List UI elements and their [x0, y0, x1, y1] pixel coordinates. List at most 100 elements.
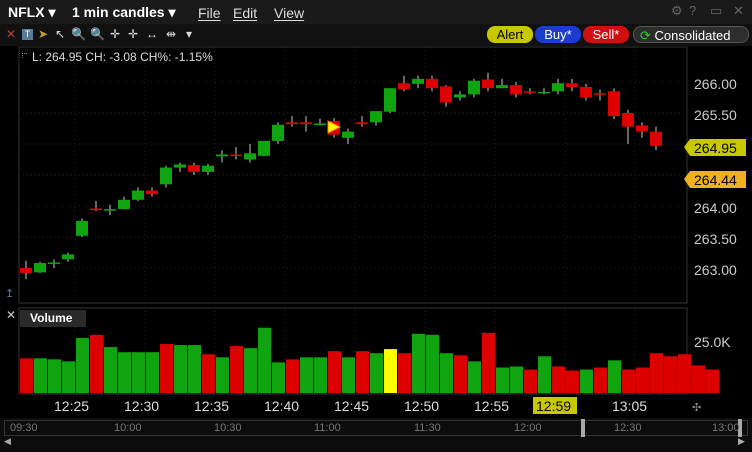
- volume-bar: [90, 334, 103, 393]
- x-tick-highlight: 12:59: [536, 398, 572, 414]
- candle-body: [356, 122, 368, 125]
- candle-body: [384, 88, 396, 112]
- volume-bar: [356, 351, 369, 393]
- y-tick-263-5: 263.50: [694, 231, 737, 247]
- candle-body: [608, 91, 620, 117]
- volume-bar: [174, 345, 187, 393]
- volume-bar: [230, 346, 243, 393]
- candle-body: [426, 78, 438, 89]
- history-tick: 12:00: [514, 422, 542, 434]
- candle-body: [188, 165, 200, 172]
- candle-body: [566, 83, 578, 87]
- volume-bar: [34, 358, 47, 393]
- x-tick: 12:40: [264, 398, 300, 414]
- last-price-tag: 264.95: [694, 140, 737, 156]
- volume-bar: [524, 369, 537, 393]
- x-tick: 12:50: [404, 398, 440, 414]
- volume-bar: [104, 347, 117, 393]
- history-tick: 11:00: [314, 422, 341, 434]
- volume-bar: [468, 361, 481, 393]
- y-tick-263: 263.00: [694, 262, 737, 278]
- volume-bar: [202, 354, 215, 393]
- candle-body: [258, 140, 270, 156]
- volume-bar: [538, 356, 551, 393]
- volume-bar: [580, 369, 593, 393]
- volume-bar: [328, 351, 341, 393]
- volume-bar: [244, 348, 257, 393]
- candle-body: [160, 167, 172, 185]
- candle-body: [496, 85, 508, 89]
- candle-body: [594, 93, 606, 95]
- candle-body: [398, 83, 410, 90]
- candle-body: [34, 263, 46, 273]
- volume-bar: [426, 334, 439, 393]
- history-tick: 12:30: [614, 422, 642, 434]
- volume-bar: [664, 356, 677, 393]
- volume-bar: [552, 366, 565, 393]
- scroll-right-icon[interactable]: ▶: [738, 436, 745, 447]
- volume-bar: [692, 365, 705, 393]
- volume-bar: [636, 367, 649, 393]
- volume-bar: [216, 357, 229, 393]
- candle-body: [76, 220, 88, 236]
- candle-body: [90, 208, 102, 210]
- candle-body: [20, 268, 32, 273]
- volume-bar: [440, 353, 453, 393]
- volume-bars: [20, 327, 719, 393]
- history-tick: 10:30: [214, 422, 242, 434]
- volume-bar: [342, 357, 355, 393]
- x-tick: 12:45: [334, 398, 370, 414]
- candle-body: [650, 131, 662, 146]
- candle-body: [552, 83, 564, 92]
- candle-body: [104, 209, 116, 211]
- history-tick: 09:30: [10, 422, 38, 434]
- price-gridlines: [19, 81, 687, 269]
- history-slider-left[interactable]: [581, 419, 585, 437]
- volume-bar: [496, 367, 509, 393]
- volume-bar: [160, 344, 173, 393]
- candle-body: [482, 79, 494, 89]
- volume-bar: [412, 333, 425, 393]
- history-tick: 13:00: [712, 422, 740, 434]
- candle-body: [412, 78, 424, 84]
- volume-bar: [62, 361, 75, 393]
- candle-body: [286, 122, 298, 125]
- y-tick-265-5: 265.50: [694, 107, 737, 123]
- volume-bar: [286, 359, 299, 393]
- close-volume-icon[interactable]: ✕: [6, 308, 16, 322]
- candle-body: [230, 154, 242, 157]
- volume-bar: [566, 370, 579, 393]
- candle-body: [538, 91, 550, 94]
- candle-body: [524, 91, 536, 93]
- volume-bar: [454, 355, 467, 393]
- volume-bar: [272, 362, 285, 393]
- volume-bar: [398, 353, 411, 393]
- volume-bar: [300, 357, 313, 393]
- y-tick-264: 264.00: [694, 200, 737, 216]
- price-chart[interactable]: ↥ ✣: [0, 0, 752, 452]
- volume-label: Volume: [20, 310, 86, 327]
- left-marker-icon: ↥: [5, 288, 14, 300]
- candle-body: [636, 125, 648, 132]
- x-tick: 12:55: [474, 398, 510, 414]
- x-tick: 12:25: [54, 398, 90, 414]
- volume-bar: [510, 366, 523, 393]
- candle-body: [216, 154, 228, 157]
- volume-bar: [622, 369, 635, 393]
- volume-bar: [314, 357, 327, 393]
- volume-bar: [146, 352, 159, 393]
- x-tick: 12:30: [124, 398, 160, 414]
- candle-body: [174, 164, 186, 168]
- x-tick: 12:35: [194, 398, 230, 414]
- history-tick: 10:00: [114, 422, 142, 434]
- volume-bar: [706, 369, 719, 393]
- volume-bar: [482, 332, 495, 393]
- x-tick: 13:05: [612, 398, 648, 414]
- candle-body: [510, 85, 522, 95]
- candle-body: [342, 131, 354, 138]
- candle-body: [132, 190, 144, 200]
- scroll-left-icon[interactable]: ◀: [4, 436, 11, 447]
- candle-body: [48, 262, 60, 264]
- candles: [20, 72, 662, 280]
- volume-bar: [20, 358, 33, 393]
